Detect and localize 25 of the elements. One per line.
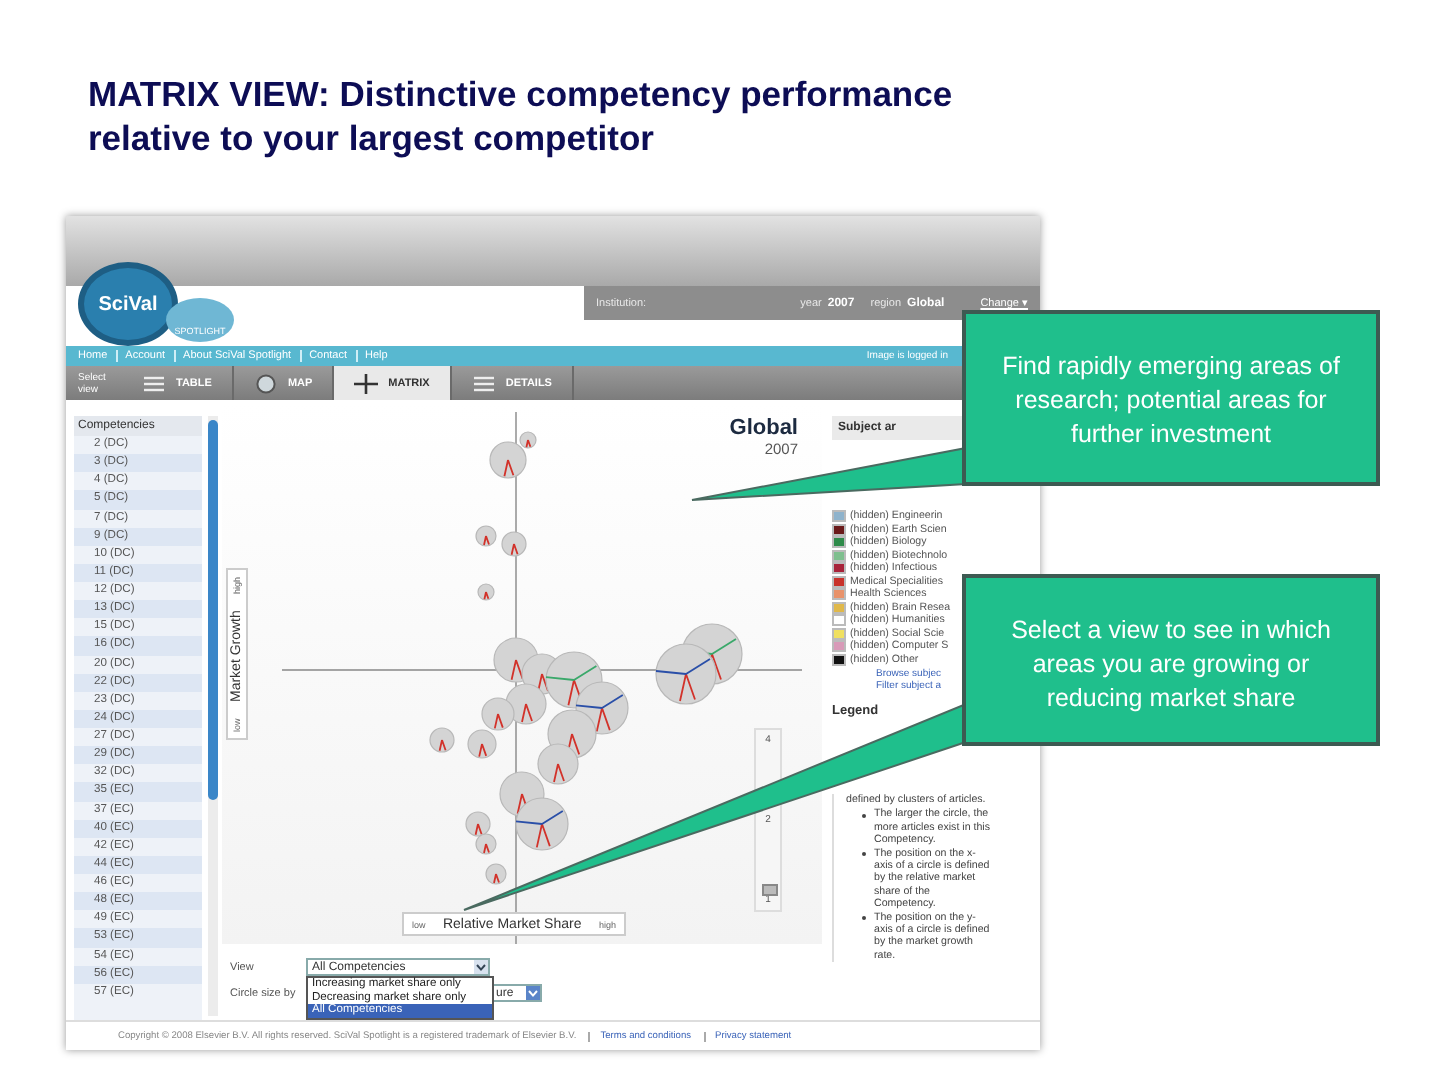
caret-icon[interactable] <box>526 986 540 1000</box>
list-icon <box>471 373 496 393</box>
callout-text: Find rapidly emerging areas of research; potential areas for further investment <box>1000 350 1342 452</box>
crosshair-icon <box>354 373 379 393</box>
callout-text: Select a view to see in which areas you are growing or reducing market share <box>1009 614 1333 716</box>
bubble <box>475 833 497 855</box>
list-icon <box>142 373 166 393</box>
caret-icon[interactable] <box>474 960 488 974</box>
bubble <box>537 743 579 785</box>
chart-region: Global <box>729 416 798 440</box>
globe-icon <box>253 373 278 393</box>
bubble <box>465 811 491 837</box>
bubble <box>429 727 455 753</box>
scroll-thumb[interactable] <box>208 420 218 800</box>
bubble <box>485 863 507 885</box>
bubble <box>501 531 527 557</box>
bubble <box>655 643 717 705</box>
slider-thumb[interactable] <box>762 884 778 896</box>
bubble <box>467 729 497 759</box>
bubble <box>475 525 497 547</box>
scrollbar[interactable] <box>208 416 218 1016</box>
bubble <box>481 697 515 731</box>
bubble <box>515 797 569 851</box>
slide-title: MATRIX VIEW: Distinctive competency performance relative to your largest competitor <box>88 72 955 160</box>
bubble <box>477 583 495 601</box>
